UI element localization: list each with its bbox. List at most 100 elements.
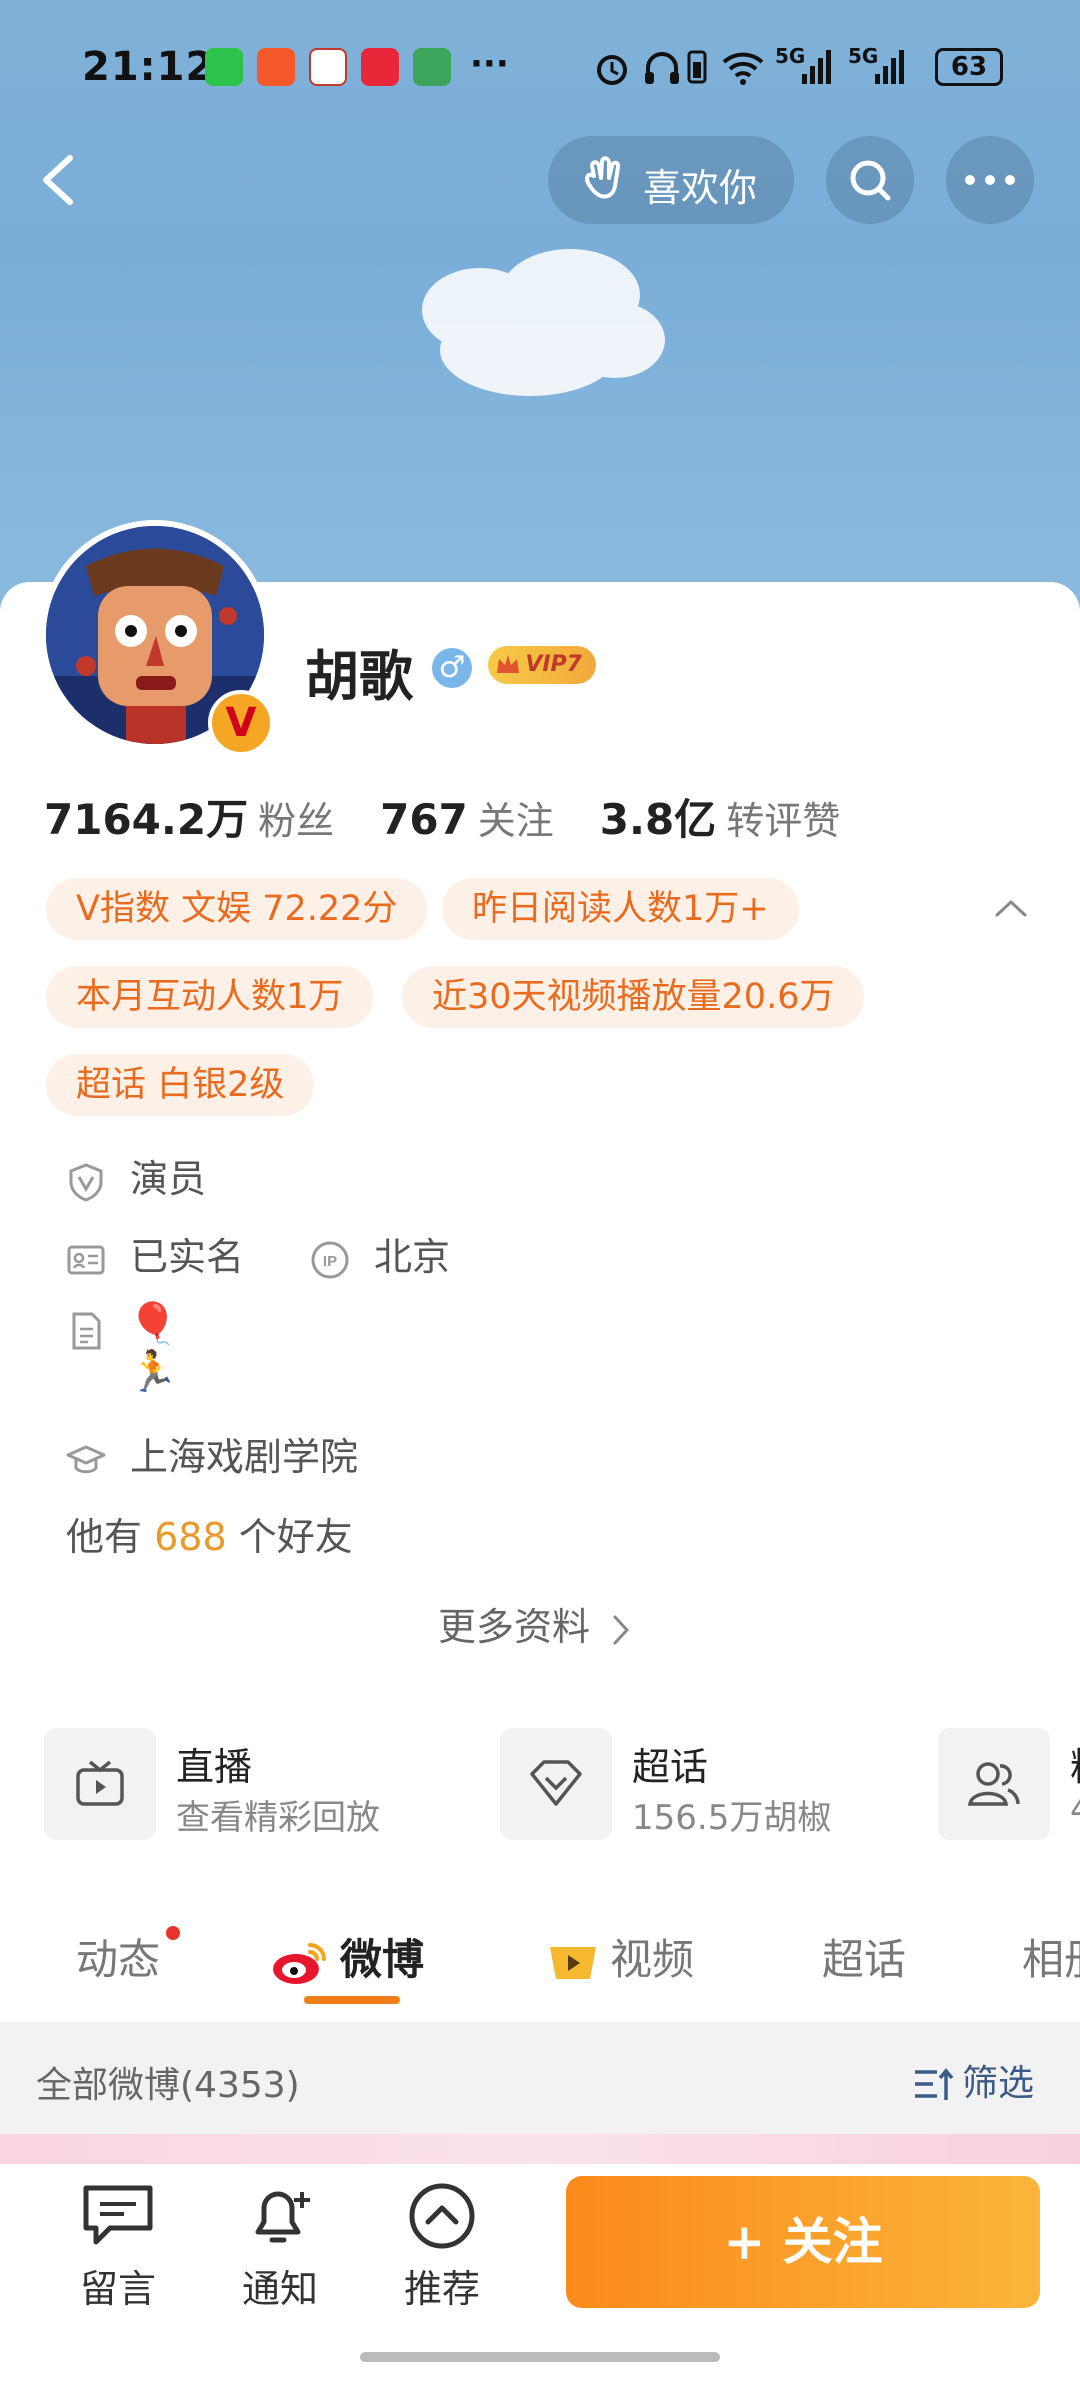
home-app-icon <box>413 48 451 86</box>
tab-activity[interactable]: 动态 <box>76 1926 160 1987</box>
tag-monthly-interactions[interactable]: 本月互动人数1万 <box>46 966 374 1028</box>
device-battery-icon <box>687 50 707 84</box>
more-info-link[interactable]: 更多资料 <box>438 1596 632 1651</box>
verified-shield-icon <box>69 1162 103 1202</box>
headphones-icon <box>645 52 679 84</box>
fans-card[interactable]: 粉 4 <box>938 1728 1080 1840</box>
bell-plus-icon <box>255 2191 310 2243</box>
school-text: 上海戏剧学院 <box>130 1435 359 1479</box>
weibo-logo-icon <box>273 1942 326 1984</box>
notification-dot <box>166 1926 180 1940</box>
live-subtitle: 查看精彩回放 <box>176 1798 380 1838</box>
diamond-icon <box>530 1760 582 1806</box>
friends-row[interactable]: 他有 688 个好友 <box>66 1506 353 1561</box>
friends-prefix: 他有 <box>66 1515 143 1559</box>
hand-wave-icon <box>585 156 621 199</box>
signal-icon <box>802 50 831 84</box>
bank-icon <box>309 48 347 86</box>
status-bar: 21:12 ··· 5G 5G 63 <box>0 0 1080 130</box>
bio-row <box>66 1306 130 1351</box>
friends-suffix: 个好友 <box>238 1515 353 1559</box>
supertopic-card[interactable]: 超话 156.5万胡椒 <box>500 1728 920 1840</box>
occupation-row: 演员 <box>66 1148 206 1203</box>
live-card[interactable]: 直播 查看精彩回放 <box>44 1728 464 1840</box>
followers-count[interactable]: 7164.2万 <box>44 795 248 844</box>
tag-supertopic-level[interactable]: 超话 白银2级 <box>46 1054 315 1116</box>
ip-location-text: 北京 <box>374 1235 451 1279</box>
cloud-image <box>422 249 665 396</box>
active-tab-indicator <box>304 1996 400 2004</box>
tab-supertopic[interactable]: 超话 <box>822 1926 906 1987</box>
more-info-label: 更多资料 <box>438 1605 591 1649</box>
home-indicator[interactable] <box>360 2352 720 2362</box>
tv-icon <box>76 1760 124 1806</box>
id-card-icon <box>67 1245 105 1274</box>
friends-count: 688 <box>154 1515 227 1559</box>
follow-button[interactable]: + 关注 <box>566 2176 1040 2308</box>
notify-label: 通知 <box>241 2267 318 2311</box>
occupation-text: 演员 <box>130 1157 207 1201</box>
engagement-label: 转评赞 <box>726 799 841 843</box>
tab-weibo[interactable]: 微博 <box>270 1926 424 1987</box>
tab-video[interactable]: 视频 <box>544 1926 694 1987</box>
more-options-button[interactable] <box>946 136 1034 224</box>
fans-title: 粉 <box>1070 1736 1080 1791</box>
svg-text:IP: IP <box>323 1253 337 1270</box>
like-you-button[interactable]: 喜欢你 <box>548 136 794 224</box>
comment-label: 留言 <box>79 2267 156 2311</box>
school-row[interactable]: 上海戏剧学院 <box>66 1426 358 1481</box>
following-count[interactable]: 767 <box>380 795 468 844</box>
bio-emoji-runner: 🏃 <box>128 1349 178 1395</box>
recommend-label: 推荐 <box>403 2267 480 2311</box>
bio-emoji-balloon: 🎈 <box>128 1301 178 1347</box>
crown-icon <box>497 655 519 673</box>
live-title: 直播 <box>176 1745 253 1789</box>
filter-button[interactable]: 筛选 <box>912 2054 1034 2106</box>
graduation-cap-icon <box>66 1445 106 1473</box>
followers-label[interactable]: 粉丝 <box>258 799 334 843</box>
wechat-icon <box>205 48 243 86</box>
document-icon <box>72 1312 101 1349</box>
stats-row: 7164.2万 粉丝 767 关注 3.8亿 转评赞 <box>44 786 886 847</box>
people-icon <box>967 1762 1020 1806</box>
message-icon <box>83 2185 153 2245</box>
vip-badge[interactable]: VIP7 <box>488 646 596 684</box>
tag-video-plays[interactable]: 近30天视频播放量20.6万 <box>402 966 865 1028</box>
tab-video-label: 视频 <box>610 1935 695 1984</box>
collapse-tags-icon[interactable] <box>994 898 1028 918</box>
supertopic-title: 超话 <box>632 1745 709 1789</box>
filter-label: 筛选 <box>962 2063 1035 2104</box>
app-icon <box>257 48 295 86</box>
back-button[interactable] <box>30 150 86 210</box>
following-label[interactable]: 关注 <box>478 799 554 843</box>
tab-supertopic-label: 超话 <box>822 1935 907 1984</box>
search-button[interactable] <box>826 136 914 224</box>
vip-label: VIP7 <box>525 652 582 677</box>
all-posts-count: 全部微博(4353) <box>36 2065 300 2106</box>
battery-icon: 63 <box>935 48 1003 86</box>
recommend-button[interactable]: 推荐 <box>382 2182 502 2313</box>
chevron-right-icon <box>613 1615 630 1644</box>
alarm-icon <box>597 55 627 85</box>
like-you-label: 喜欢你 <box>643 166 758 210</box>
wifi-icon <box>722 52 764 85</box>
ip-location-icon: IP <box>311 1241 349 1278</box>
search-icon <box>850 160 891 201</box>
tab-album[interactable]: 相册 <box>1022 1926 1080 1987</box>
more-notifications-icon: ··· <box>470 44 509 84</box>
tab-activity-label: 动态 <box>76 1935 161 1984</box>
supertopic-subtitle: 156.5万胡椒 <box>632 1798 832 1838</box>
profile-tabs: 动态 微博 视频 超话 相册 <box>0 1900 1080 2010</box>
tag-v-index[interactable]: V指数 文娱 72.22分 <box>46 878 428 940</box>
video-play-icon <box>550 1946 596 1979</box>
filter-icon <box>915 2068 954 2100</box>
verified-badge: V <box>208 690 274 756</box>
engagement-count: 3.8亿 <box>599 795 717 844</box>
real-name-text: 已实名 <box>130 1235 245 1279</box>
comment-button[interactable]: 留言 <box>58 2182 178 2313</box>
fans-subtitle: 4 <box>1070 1790 1080 1830</box>
notify-button[interactable]: 通知 <box>220 2182 340 2313</box>
identity-row: 已实名 <box>66 1226 244 1281</box>
ip-row: IP 北京 <box>310 1226 450 1281</box>
tag-daily-readers[interactable]: 昨日阅读人数1万+ <box>442 878 799 940</box>
